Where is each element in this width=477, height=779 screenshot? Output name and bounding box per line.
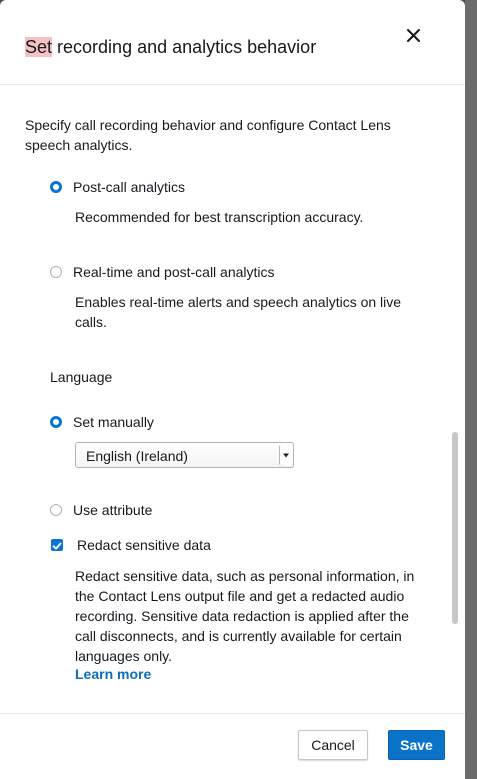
- dialog-footer: Cancel Save: [0, 713, 465, 779]
- radio-post-call[interactable]: [50, 181, 62, 193]
- radio-real-time[interactable]: [50, 266, 62, 278]
- use-attribute-label[interactable]: Use attribute: [73, 502, 152, 518]
- language-heading: Language: [50, 369, 113, 385]
- redact-checkbox[interactable]: [51, 539, 63, 551]
- radio-set-manually[interactable]: [50, 416, 62, 428]
- dialog-title: Set recording and analytics behavior: [25, 37, 316, 58]
- language-select[interactable]: English (Ireland): [75, 442, 294, 468]
- post-call-hint: Recommended for best transcription accur…: [75, 209, 364, 225]
- redact-label[interactable]: Redact sensitive data: [77, 537, 211, 553]
- real-time-label[interactable]: Real-time and post-call analytics: [73, 264, 275, 280]
- dropdown-arrow-icon: [279, 445, 292, 465]
- backdrop-edge: [465, 0, 477, 779]
- save-button[interactable]: Save: [388, 730, 445, 760]
- scrollbar-thumb[interactable]: [452, 432, 458, 624]
- learn-more-link[interactable]: Learn more: [75, 666, 151, 682]
- title-text: recording and analytics behavior: [52, 37, 317, 57]
- title-highlight: Set: [25, 37, 53, 57]
- dialog-description: Specify call recording behavior and conf…: [25, 117, 391, 153]
- close-button[interactable]: [400, 22, 426, 48]
- modal-dialog: Set recording and analytics behavior Spe…: [0, 0, 465, 779]
- dialog-header: Set recording and analytics behavior: [0, 0, 465, 85]
- checkmark-icon: [52, 542, 62, 550]
- radio-use-attribute[interactable]: [50, 504, 62, 516]
- set-manually-label[interactable]: Set manually: [73, 414, 154, 430]
- redact-description: Redact sensitive data, such as personal …: [75, 568, 415, 664]
- real-time-hint: Enables real-time alerts and speech anal…: [75, 294, 402, 330]
- language-select-value: English (Ireland): [86, 448, 188, 464]
- close-icon: [407, 29, 420, 42]
- cancel-button[interactable]: Cancel: [298, 730, 368, 760]
- post-call-label[interactable]: Post-call analytics: [73, 179, 185, 195]
